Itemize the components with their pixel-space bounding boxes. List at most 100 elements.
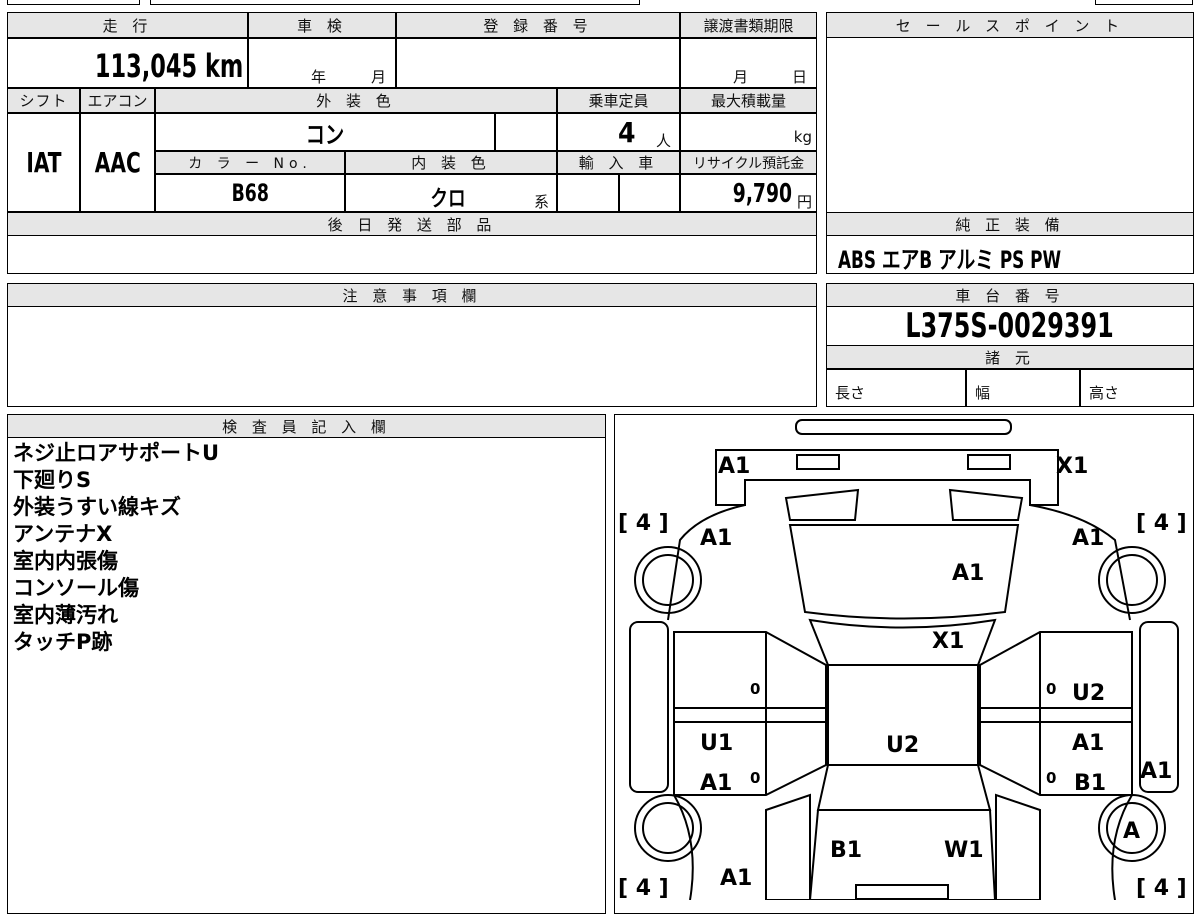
exterior-color-value: コン xyxy=(305,120,345,149)
height-cell: 高さ xyxy=(1080,369,1194,407)
mileage-value: 113,045 km xyxy=(94,47,243,85)
exterior-color-extra-cell xyxy=(495,113,557,151)
right-front-corner xyxy=(948,488,1024,521)
top-strip-cell xyxy=(1095,0,1193,5)
chassis-number: L375S-0029391 xyxy=(826,306,1194,346)
front-fender-right-label: A1 xyxy=(1072,526,1104,551)
windshield-label: X1 xyxy=(932,629,964,654)
interior-color-suffix: 系 xyxy=(534,193,550,211)
right-front-door-zero: 0 xyxy=(1046,680,1056,698)
front-fender-left-label: A1 xyxy=(700,526,732,551)
inspection-year-unit: 年 xyxy=(311,68,327,86)
rear-right-label: W1 xyxy=(944,838,984,863)
mileage-header: 走 行 xyxy=(7,12,248,38)
ac-value: AAC xyxy=(94,146,141,179)
left-quarter xyxy=(765,793,811,900)
notes-header: 注 意 事 項 欄 xyxy=(7,283,817,307)
left-front-door-zero: 0 xyxy=(750,680,760,698)
import-header: 輸 入 車 xyxy=(557,151,680,174)
roof-label: U2 xyxy=(886,733,919,758)
remark-line: 室内内張傷 xyxy=(13,549,118,573)
right-front-door-label: U2 xyxy=(1072,681,1105,706)
left-front-wheel xyxy=(634,546,702,614)
registration-cell xyxy=(396,38,680,88)
front-bumper-left-label: A1 xyxy=(718,454,750,479)
front-grille xyxy=(795,419,1012,435)
transfer-month-unit: 月 xyxy=(733,68,749,86)
remark-line: タッチP跡 xyxy=(13,630,113,654)
capacity-header: 乗車定員 xyxy=(557,88,680,113)
top-strip-cell xyxy=(7,0,140,5)
max-load-header: 最大積載量 xyxy=(680,88,817,113)
spec-header: 諸 元 xyxy=(826,345,1194,369)
import-cell-b xyxy=(619,174,680,212)
front-bumper-right-label: X1 xyxy=(1056,454,1088,479)
left-front-wheel-inner xyxy=(642,554,694,606)
exterior-color-header: 外 装 色 xyxy=(155,88,557,113)
interior-color-cell: クロ 系 xyxy=(345,174,557,212)
transfer-deadline-cell: 月 日 xyxy=(680,38,817,88)
inspector-remarks: ネジ止ロアサポートU 下廻りS 外装うすい線キズ アンテナX 室内内張傷 コンソ… xyxy=(13,440,219,656)
transfer-deadline-header: 譲渡書類期限 xyxy=(680,12,817,38)
remark-line: アンテナX xyxy=(13,522,113,546)
rear-bumper-left-label: A1 xyxy=(720,866,752,891)
left-rear-wheel xyxy=(634,794,702,862)
hood-label: A1 xyxy=(952,561,984,586)
right-front-wheel-inner xyxy=(1106,554,1158,606)
right-rear-wheel-label: A xyxy=(1123,819,1140,844)
ac-cell: AAC xyxy=(80,113,155,212)
remark-line: 下廻りS xyxy=(13,468,92,492)
chassis-header: 車 台 番 号 xyxy=(826,283,1194,307)
interior-color-value: クロ xyxy=(430,187,466,212)
remark-line: 外装うすい線キズ xyxy=(13,495,181,519)
inspection-header: 車 検 xyxy=(248,12,396,38)
tire-right-bottom: [ 4 ] xyxy=(1136,876,1187,900)
capacity-cell: 4 人 xyxy=(557,113,680,151)
tire-left-bottom: [ 4 ] xyxy=(618,876,669,900)
left-rear-door-bottom-label: A1 xyxy=(700,771,732,796)
right-front-wheel xyxy=(1098,546,1166,614)
inspection-cell: 年 月 xyxy=(248,38,396,88)
capacity-value: 4 xyxy=(618,116,636,149)
ac-header: エアコン xyxy=(80,88,155,113)
left-mirror-sill xyxy=(629,621,669,793)
left-headlight xyxy=(796,454,840,470)
exterior-color-cell: コン xyxy=(155,113,495,151)
right-rear-zero: 0 xyxy=(1046,769,1056,787)
right-sill-label: A1 xyxy=(1140,759,1172,784)
windshield xyxy=(808,618,997,666)
equipment-value: ABS エアB アルミ PS PW xyxy=(838,246,1062,274)
left-rear-door-top-label: U1 xyxy=(700,731,733,756)
interior-color-header: 内 装 色 xyxy=(345,151,557,174)
height-label: 高さ xyxy=(1089,384,1120,402)
car-diagram: [ 4 ] [ 4 ] [ 4 ] [ 4 ] A1 X1 A1 A1 A1 X… xyxy=(618,419,1187,900)
recycle-value: 9,790 xyxy=(732,179,792,209)
right-rear-door-top-label: A1 xyxy=(1072,731,1104,756)
max-load-unit: kg xyxy=(793,128,812,146)
color-no-header: カ ラ ー No. xyxy=(155,151,345,174)
inspector-header: 検 査 員 記 入 欄 xyxy=(7,414,606,438)
left-rear-wheel-inner xyxy=(642,802,694,854)
capacity-unit: 人 xyxy=(656,132,672,150)
rear-glass xyxy=(816,764,992,811)
length-cell: 長さ xyxy=(826,369,966,407)
color-no-cell: B68 xyxy=(155,174,345,212)
remark-line: コンソール傷 xyxy=(13,576,139,600)
top-strip-cell xyxy=(150,0,640,5)
chassis-number-text: L375S-0029391 xyxy=(905,306,1115,346)
width-cell: 幅 xyxy=(966,369,1080,407)
remark-line: 室内薄汚れ xyxy=(13,603,118,627)
tire-right-top: [ 4 ] xyxy=(1136,511,1187,536)
shift-cell: IAT xyxy=(7,113,80,212)
shift-value: IAT xyxy=(25,146,62,179)
remark-line: ネジ止ロアサポートU xyxy=(13,441,220,465)
rear-left-label: B1 xyxy=(830,838,862,863)
left-rear-zero: 0 xyxy=(750,769,760,787)
recycle-cell: 9,790 円 xyxy=(680,174,817,212)
registration-header: 登 録 番 号 xyxy=(396,12,680,38)
width-label: 幅 xyxy=(975,384,991,402)
right-quarter xyxy=(995,793,1041,900)
equipment-header: 純 正 装 備 xyxy=(826,212,1194,236)
transfer-day-unit: 日 xyxy=(792,68,808,86)
shift-header: シフト xyxy=(7,88,80,113)
